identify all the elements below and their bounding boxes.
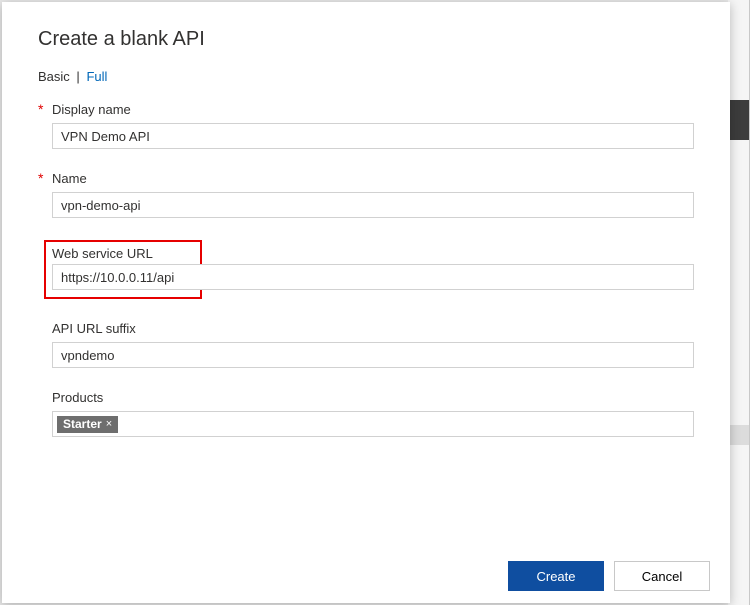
tab-full[interactable]: Full: [86, 69, 107, 84]
field-products: Products Starter ×: [38, 390, 694, 437]
products-label: Products: [52, 390, 103, 405]
product-tag-label: Starter: [63, 417, 102, 431]
field-display-name: * Display name: [38, 102, 694, 149]
panel-footer: Create Cancel: [508, 561, 710, 591]
cancel-button[interactable]: Cancel: [614, 561, 710, 591]
field-web-service-url: Web service URL: [38, 240, 694, 299]
tab-basic[interactable]: Basic: [38, 69, 70, 84]
web-service-url-label: Web service URL: [52, 246, 153, 261]
required-indicator: *: [38, 102, 44, 116]
create-api-panel: Create a blank API Basic | Full * Displa…: [2, 2, 730, 603]
required-indicator: *: [38, 171, 44, 185]
name-label: Name: [52, 171, 87, 186]
product-tag-starter[interactable]: Starter ×: [57, 416, 118, 433]
display-name-input[interactable]: [52, 123, 694, 149]
field-api-url-suffix: API URL suffix: [38, 321, 694, 368]
field-name: * Name: [38, 171, 694, 218]
api-url-suffix-label: API URL suffix: [52, 321, 136, 336]
products-input[interactable]: Starter ×: [52, 411, 694, 437]
api-url-suffix-input[interactable]: [52, 342, 694, 368]
create-button[interactable]: Create: [508, 561, 604, 591]
close-icon[interactable]: ×: [106, 418, 112, 430]
name-input[interactable]: [52, 192, 694, 218]
panel-title: Create a blank API: [38, 28, 694, 51]
web-service-url-input[interactable]: [52, 264, 694, 290]
view-switch: Basic | Full: [38, 69, 694, 84]
display-name-label: Display name: [52, 102, 131, 117]
tab-separator: |: [76, 69, 79, 84]
